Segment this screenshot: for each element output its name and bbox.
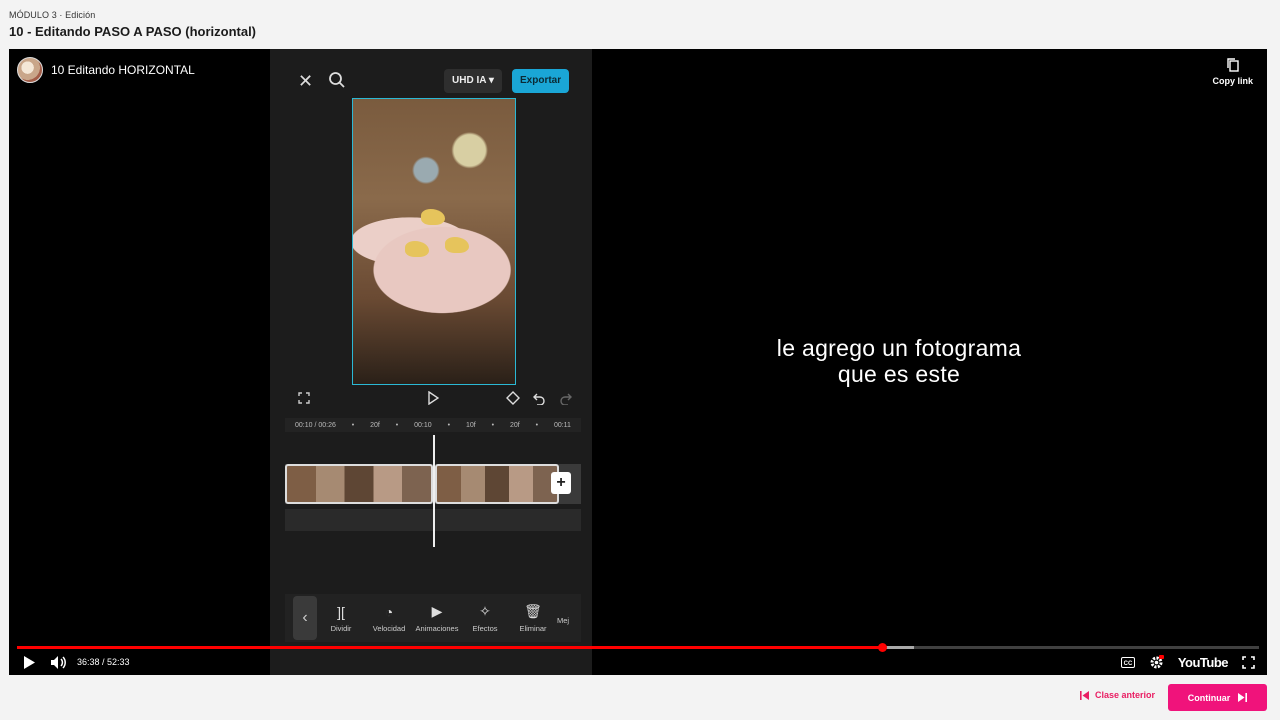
skip-back-icon [1080,690,1089,700]
tool-split: ][ Dividir [317,604,365,633]
tool-effects: ✧ Efectos [461,603,509,633]
export-button: Exportar [512,69,570,93]
timeline-clip-selected [435,464,559,504]
copy-icon [1227,58,1239,72]
copy-link-label: Copy link [1212,76,1253,86]
play-icon [428,391,439,405]
tool-more: Mej [557,612,571,625]
redo-icon [560,393,572,405]
tool-label: Animaciones [415,624,459,633]
ruler-mark: • [447,421,451,429]
ruler-mark: 00:10 [414,421,432,429]
progress-bar[interactable] [17,643,1259,652]
effects-icon: ✧ [479,603,491,619]
tool-label: Velocidad [372,623,406,633]
time-display: 36:38 / 52:33 [77,657,130,667]
volume-button[interactable] [51,655,67,669]
settings-button[interactable] [1149,654,1164,670]
figure-3 [445,237,469,253]
skip-forward-icon [1238,693,1248,702]
fullscreen-icon [298,392,310,404]
video-preview-frame [352,98,516,385]
preview-controls [270,389,592,409]
search-icon [329,72,345,88]
chevron-left-icon: ‹ [293,596,317,640]
fullscreen-button[interactable] [1242,655,1255,669]
close-icon: ✕ [298,71,314,91]
captions-button[interactable]: CC [1120,656,1135,668]
tool-label: Mej [557,615,570,625]
video-title[interactable]: 10 Editando HORIZONTAL [51,63,195,77]
previous-class-label: Clase anterior [1095,690,1156,700]
figure-1 [421,209,445,225]
lesson-header: MÓDULO 3 · Edición 10 - Editando PASO A … [9,10,256,39]
keyframe-icon [506,391,520,405]
lesson-title: 10 - Editando PASO A PASO (horizontal) [9,24,257,39]
ruler-mark: • [351,421,355,429]
ruler-mark: • [491,421,495,429]
subtitle-line: que es este [837,361,961,387]
undo-icon [533,393,545,405]
tool-label: Efectos [472,624,498,633]
copy-link-button[interactable]: Copy link [1212,58,1253,86]
uhd-dropdown: UHD IA ▾ [444,69,502,93]
tool-delete: 🗑 Eliminar [509,603,557,633]
ruler-mark: 10f [465,421,476,429]
figure-2 [405,241,429,257]
timeline-clip [285,464,433,504]
player-controls-right: CC YouTube [1120,654,1255,670]
youtube-logo[interactable]: YouTube [1178,655,1229,670]
progress-played [17,646,883,649]
continue-button[interactable]: Continuar [1168,684,1267,711]
subtitle-line: le agrego un fotograma [776,335,1022,361]
ruler-mark: 00:11 [553,421,571,429]
speed-icon: ◔ [384,603,394,620]
progress-scrubber[interactable] [878,643,888,652]
play-button[interactable] [23,655,35,669]
tool-label: Eliminar [519,624,547,633]
ruler-mark: 20f [370,421,380,429]
tool-label: Dividir [330,623,352,633]
caret-down-icon: ▾ [488,75,494,86]
tool-speed: ◔ Velocidad [365,604,413,633]
playhead [433,435,435,547]
ruler-mark: 00:10 / 00:26 [295,421,336,429]
channel-avatar[interactable] [17,57,43,83]
ruler-mark: • [535,421,539,429]
svg-text:CC: CC [1123,661,1132,667]
continue-label: Continuar [1187,692,1231,703]
video-title-bar: 10 Editando HORIZONTAL [17,57,195,83]
ruler-mark: 20f [509,421,520,429]
delete-icon: 🗑 [524,603,542,619]
editor-toolbar: ‹ ][ Dividir ◔ Velocidad ▶ Animaciones ✧ Efe… [285,594,581,642]
module-label: MÓDULO 3 · Edición [9,10,96,20]
add-clip-button: + [551,472,571,494]
video-subtitle: le agrego un fotograma que es este [699,335,1099,387]
ruler-mark: • [395,421,399,429]
capcut-screen: ✕ UHD IA ▾ Exportar 00:10 / 00:26 • 20f … [270,49,592,675]
player-controls: 36:38 / 52:33 CC YouTube [23,653,1255,671]
timeline-ruler: 00:10 / 00:26 • 20f • 00:10 • 10f • 20f … [285,418,581,432]
split-icon: ][ [337,603,345,620]
uhd-label: UHD IA [452,75,487,86]
animation-icon: ▶ [431,603,443,619]
previous-class-button[interactable]: Clase anterior [1080,690,1155,700]
tool-animations: ▶ Animaciones [413,603,461,633]
video-player[interactable]: 10 Editando HORIZONTAL Copy link ✕ UHD I… [9,49,1267,675]
